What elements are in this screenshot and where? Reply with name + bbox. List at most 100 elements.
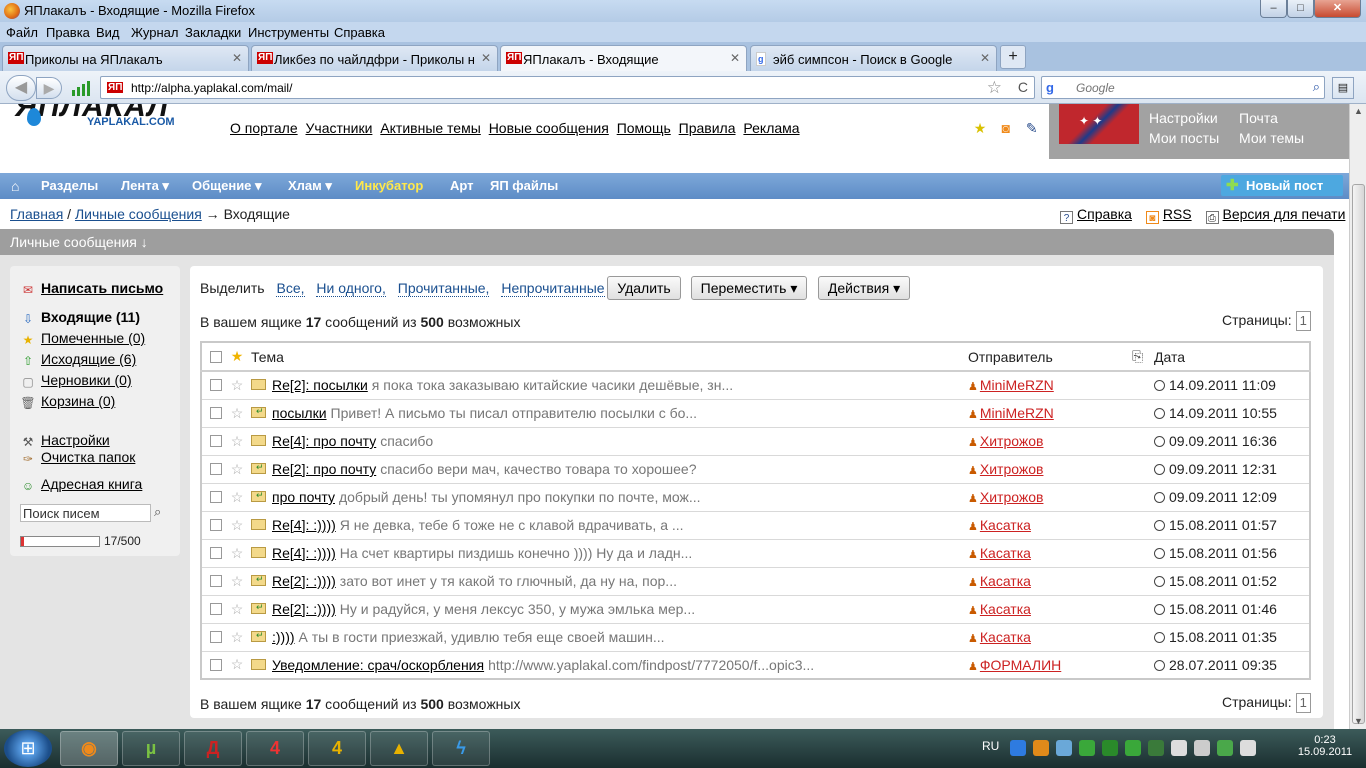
extension-icon[interactable]: ▤ (1332, 77, 1354, 99)
url-text[interactable]: http://alpha.yaplakal.com/mail/ (131, 81, 292, 95)
flag-star-icon[interactable]: ☆ (225, 651, 249, 680)
menu-file[interactable]: Файл (6, 25, 38, 40)
table-row[interactable]: ☆про почтудобрый день! ты упомянул про п… (201, 483, 1310, 512)
row-checkbox[interactable] (210, 658, 222, 671)
pencil-icon[interactable]: ✎ (1024, 120, 1040, 136)
browser-tab[interactable]: ЯП Приколы на ЯПлакалъ ✕ (2, 45, 249, 71)
row-checkbox[interactable] (210, 463, 222, 475)
link-rules[interactable]: Правила (679, 120, 736, 136)
folder-drafts[interactable]: ▢ Черновики (0) (20, 372, 132, 389)
folder-trash[interactable]: 🗑 Корзина (0) (20, 393, 115, 410)
new-post-button[interactable]: ✚ Новый пост (1221, 175, 1343, 196)
row-checkbox[interactable] (210, 631, 222, 643)
scroll-down-icon[interactable]: ▼ (1354, 716, 1363, 726)
sender-link[interactable]: Касатка (980, 545, 1031, 561)
tray-app-icon[interactable] (1125, 740, 1141, 756)
tab-close-icon[interactable]: ✕ (730, 51, 740, 65)
subject-link[interactable]: Re[2]: :)))) (272, 573, 336, 589)
tray-app-icon[interactable] (1148, 740, 1164, 756)
subject-header[interactable]: Тема (249, 342, 968, 372)
select-all-checkbox[interactable] (210, 350, 222, 363)
sender-link[interactable]: Хитрожов (980, 489, 1044, 505)
row-checkbox[interactable] (210, 407, 222, 419)
nav-feed[interactable]: Лента ▾ (121, 178, 169, 194)
folder-label[interactable]: Черновики (0) (41, 372, 132, 388)
cleanup-label[interactable]: Очистка папок (41, 449, 135, 465)
link-active-topics[interactable]: Активные темы (380, 120, 481, 136)
table-row[interactable]: ☆ Re[4]: :)))) На счет квартиры пиздишь ко… (201, 539, 1310, 568)
section-title[interactable]: Личные сообщения ↓ (10, 234, 148, 250)
subject-link[interactable]: Re[2]: про почту (272, 461, 376, 477)
table-row[interactable]: ☆ Re[4]: :)))) Я не девка, тебе б тоже не … (201, 511, 1310, 540)
rss-link[interactable]: RSS (1163, 206, 1192, 222)
flag-star-icon[interactable]: ☆ (225, 567, 249, 596)
folder-inbox[interactable]: ⇩ Входящие (11) (20, 309, 140, 326)
home-icon[interactable]: ⌂ (11, 178, 19, 194)
delete-button[interactable]: Удалить (607, 276, 681, 300)
user-settings-link[interactable]: Настройки (1149, 110, 1218, 126)
sender-link[interactable]: ФОРМАЛИН (980, 657, 1061, 673)
flag-star-icon[interactable]: ☆ (225, 539, 249, 568)
language-indicator[interactable]: RU (982, 739, 999, 753)
subject-link[interactable]: Re[4]: :)))) (272, 517, 336, 533)
actions-button[interactable]: Действия ▾ (818, 276, 910, 300)
compose-link[interactable]: ✉ Написать письмо (20, 280, 163, 297)
flag-star-icon[interactable]: ☆ (225, 427, 249, 456)
flag-star-icon[interactable]: ☆ (225, 623, 249, 652)
subject-link[interactable]: Re[2]: :)))) (272, 601, 336, 617)
taskbar-left4dead-icon[interactable]: 4 (246, 731, 304, 766)
addressbook-link[interactable]: ☺ Адресная книга (20, 476, 142, 493)
taskbar-firefox-icon[interactable]: ◉ (60, 731, 118, 766)
user-posts-link[interactable]: Мои посты (1149, 130, 1219, 146)
page-number[interactable]: 1 (1295, 311, 1311, 331)
taskbar-game-red-icon[interactable]: Д (184, 731, 242, 766)
taskbar-utorrent-icon[interactable]: µ (122, 731, 180, 766)
sender-link[interactable]: Хитрожов (980, 461, 1044, 477)
subject-link[interactable]: Re[2]: посылки (272, 377, 368, 393)
folder-flagged[interactable]: ★ Помеченные (0) (20, 330, 146, 347)
back-button[interactable]: ◀ (6, 75, 36, 101)
tray-app-icon[interactable] (1056, 740, 1072, 756)
reload-icon[interactable]: C (1018, 79, 1028, 95)
taskbar-aimp-icon[interactable]: ▲ (370, 731, 428, 766)
print-version-link[interactable]: Версия для печати (1223, 206, 1346, 222)
row-checkbox[interactable] (210, 547, 222, 559)
table-row[interactable]: ☆ Уведомление: срач/оскорбления http://www… (201, 651, 1310, 680)
new-tab-button[interactable]: + (1000, 45, 1026, 69)
tray-app-icon[interactable] (1102, 740, 1118, 756)
sender-link[interactable]: Хитрожов (980, 433, 1044, 449)
folder-sent[interactable]: ⇧ Исходящие (6) (20, 351, 136, 368)
minimize-button[interactable]: – (1260, 0, 1287, 18)
table-row[interactable]: ☆Re[2]: :))))зато вот инет у тя какой то… (201, 567, 1310, 596)
subject-link[interactable]: про почту (272, 489, 335, 505)
table-row[interactable]: ☆ Re[4]: про почту спасибо ♟ Хитрожов 09.09.2… (201, 427, 1310, 456)
nav-incubator[interactable]: Инкубатор (355, 178, 423, 193)
help-link[interactable]: Справка (1077, 206, 1132, 222)
user-topics-link[interactable]: Мои темы (1239, 130, 1304, 146)
tab-close-icon[interactable]: ✕ (980, 51, 990, 65)
link-help[interactable]: Помощь (617, 120, 671, 136)
forward-button[interactable]: ▶ (36, 77, 62, 99)
flag-star-icon[interactable]: ☆ (225, 371, 249, 400)
row-checkbox[interactable] (210, 519, 222, 531)
addressbook-label[interactable]: Адресная книга (41, 476, 142, 492)
scroll-thumb[interactable] (1352, 184, 1365, 724)
sender-link[interactable]: MiniMeRZN (980, 377, 1054, 393)
site-logo[interactable]: ЯПЛАКАЛ YAPLAKAL.COM (10, 104, 230, 134)
avatar[interactable] (1059, 104, 1139, 144)
menu-history[interactable]: Журнал (131, 25, 178, 40)
scroll-up-icon[interactable]: ▲ (1354, 106, 1363, 116)
tray-app-icon[interactable] (1240, 740, 1256, 756)
nav-junk[interactable]: Хлам ▾ (288, 178, 332, 194)
browser-tab-active[interactable]: ЯП ЯПлакалъ - Входящие ✕ (500, 45, 747, 71)
search-icon[interactable]: ⌕ (1313, 79, 1320, 95)
start-button[interactable]: ⊞ (4, 730, 52, 767)
mail-search-input[interactable] (20, 504, 151, 522)
user-mail-link[interactable]: Почта (1239, 110, 1278, 126)
flag-star-icon[interactable]: ☆ (225, 595, 249, 624)
table-row[interactable]: ☆Re[2]: :))))Ну и радуйся, у меня лексус… (201, 595, 1310, 624)
tray-app-icon[interactable] (1010, 740, 1026, 756)
folder-label[interactable]: Исходящие (6) (41, 351, 136, 367)
table-row[interactable]: ☆Re[2]: про почтуспасибо вери мач, качес… (201, 455, 1310, 484)
taskbar-left4dead2-icon[interactable]: 4 (308, 731, 366, 766)
